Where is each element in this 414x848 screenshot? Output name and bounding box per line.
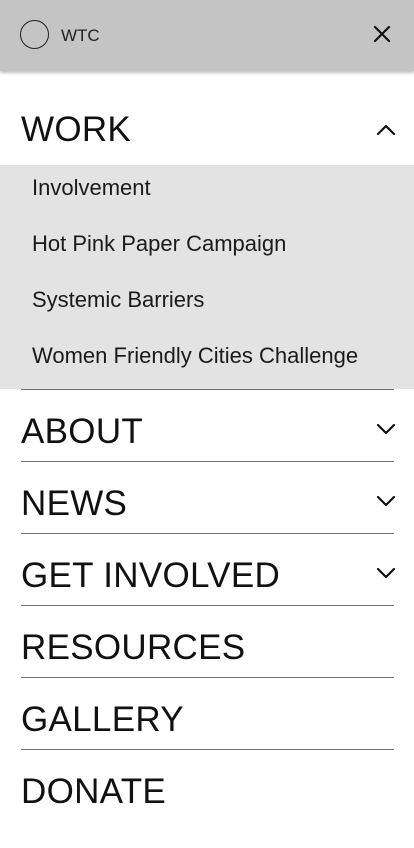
menu-item-about-label: ABOUT — [21, 412, 144, 451]
menu-item-get-involved-label: GET INVOLVED — [21, 556, 281, 595]
work-submenu: Involvement Hot Pink Paper Campaign Syst… — [0, 165, 414, 389]
submenu-item-involvement[interactable]: Involvement — [32, 175, 151, 201]
menu-section-work-label: WORK — [21, 110, 132, 149]
menu-item-donate-label: DONATE — [21, 772, 167, 811]
divider — [21, 605, 394, 606]
menu-item-get-involved[interactable]: GET INVOLVED — [0, 533, 414, 605]
menu-item-gallery-label: GALLERY — [21, 700, 184, 739]
submenu-item-hot-pink-paper-campaign[interactable]: Hot Pink Paper Campaign — [32, 231, 286, 257]
chevron-down-icon[interactable] — [373, 488, 399, 514]
divider — [21, 461, 394, 462]
submenu-item-women-friendly-cities-challenge[interactable]: Women Friendly Cities Challenge — [32, 343, 358, 369]
submenu-item-systemic-barriers[interactable]: Systemic Barriers — [32, 287, 204, 313]
menu-item-resources[interactable]: RESOURCES — [0, 605, 414, 677]
divider — [21, 533, 394, 534]
divider — [21, 749, 394, 750]
menu-item-gallery[interactable]: GALLERY — [0, 677, 414, 749]
chevron-down-icon[interactable] — [373, 560, 399, 586]
menu-item-resources-label: RESOURCES — [21, 628, 246, 667]
logo-text[interactable]: WTC — [61, 26, 100, 46]
divider — [21, 389, 394, 390]
divider — [21, 677, 394, 678]
menu-item-news[interactable]: NEWS — [0, 461, 414, 533]
menu-item-news-label: NEWS — [21, 484, 128, 523]
chevron-down-icon[interactable] — [373, 416, 399, 442]
menu-item-about[interactable]: ABOUT — [0, 389, 414, 461]
main-menu: WORK Involvement Hot Pink Paper Campaign… — [0, 71, 414, 821]
close-menu-button[interactable] — [368, 20, 396, 48]
menu-section-work[interactable]: WORK — [0, 71, 414, 165]
logo-circle-icon[interactable] — [20, 20, 49, 49]
chevron-up-icon[interactable] — [373, 117, 399, 143]
top-bar: WTC — [0, 0, 414, 71]
menu-item-donate[interactable]: DONATE — [0, 749, 414, 821]
close-icon — [373, 25, 391, 43]
